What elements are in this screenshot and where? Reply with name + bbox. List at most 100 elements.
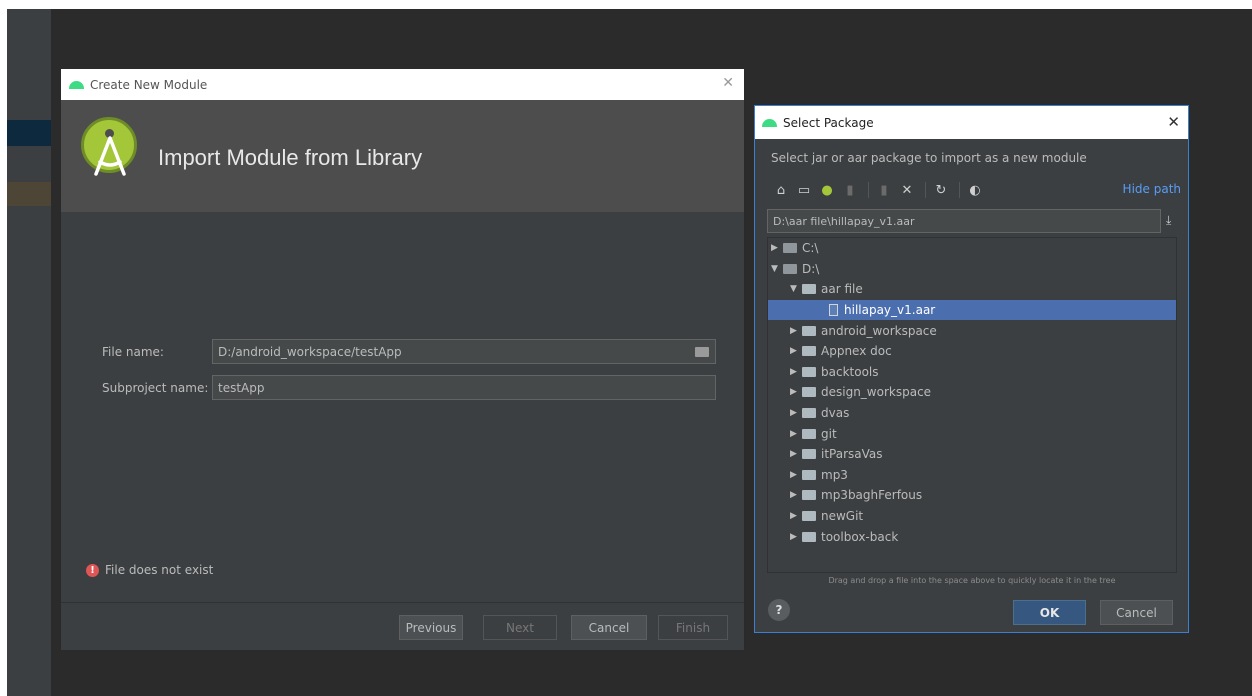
toolbar-separator	[868, 182, 869, 198]
path-input[interactable]: D:\aar file\hillapay_v1.aar	[767, 209, 1161, 233]
refresh-icon[interactable]: ↻	[931, 180, 951, 200]
expand-arrow[interactable]: ▶	[790, 346, 802, 356]
project-icon[interactable]: ●	[817, 180, 837, 200]
dialog-title: Create New Module	[90, 77, 208, 92]
collapse-arrow[interactable]: ▼	[790, 284, 802, 294]
expand-arrow[interactable]: ▶	[771, 243, 783, 253]
dialog-title: Select Package	[783, 115, 874, 130]
expand-arrow[interactable]: ▶	[790, 511, 802, 521]
error-icon: !	[86, 563, 99, 577]
file-tree[interactable]: ▶ C:\ ▼ D:\ ▼ aar file hillapay_v1.aar ▶…	[767, 237, 1177, 573]
expand-arrow[interactable]: ▶	[790, 490, 802, 500]
folder-icon	[802, 490, 816, 501]
folder-icon	[802, 284, 816, 295]
tree-node-folder[interactable]: ▶ Appnex doc	[768, 341, 1176, 362]
ide-sidebar-highlight	[7, 182, 51, 206]
expand-arrow[interactable]: ▶	[790, 408, 802, 418]
folder-icon	[802, 511, 816, 522]
tree-node-label: backtools	[821, 364, 879, 379]
dialog-titlebar: Select Package ✕	[755, 106, 1188, 139]
hide-path-link[interactable]: Hide path	[1123, 182, 1181, 196]
expand-arrow[interactable]: ▶	[790, 367, 802, 377]
file-name-label: File name:	[102, 344, 164, 359]
close-icon[interactable]: ✕	[722, 75, 734, 91]
module-icon[interactable]: ▮	[840, 180, 860, 200]
subproject-name-row: Subproject name: testApp	[102, 375, 716, 400]
tree-node-c-drive[interactable]: ▶ C:\	[768, 238, 1176, 259]
tree-node-folder[interactable]: ▶ backtools	[768, 362, 1176, 383]
tree-node-label: mp3	[821, 467, 848, 482]
expand-arrow[interactable]: ▶	[790, 387, 802, 397]
desktop-icon[interactable]: ▭	[794, 180, 814, 200]
previous-button[interactable]: Previous	[399, 615, 463, 640]
file-chooser-toolbar: ⌂ ▭ ● ▮ ▮ ✕ ↻ ◐ Hide path	[771, 178, 1181, 202]
tree-node-folder[interactable]: ▶ dvas	[768, 403, 1176, 424]
tree-node-folder[interactable]: ▶ mp3baghFerfous	[768, 485, 1176, 506]
expand-arrow[interactable]: ▶	[790, 470, 802, 480]
android-icon	[762, 118, 777, 127]
new-folder-icon[interactable]: ▮	[874, 180, 894, 200]
folder-icon	[802, 449, 816, 460]
file-name-input[interactable]: D:/android_workspace/testApp	[212, 339, 716, 364]
home-icon[interactable]: ⌂	[771, 180, 791, 200]
tree-node-aar-file[interactable]: ▼ aar file	[768, 279, 1176, 300]
folder-icon	[802, 408, 816, 419]
tree-node-label: android_workspace	[821, 323, 937, 338]
tree-node-folder[interactable]: ▶ mp3	[768, 465, 1176, 486]
help-button[interactable]: ?	[768, 599, 790, 621]
error-message: ! File does not exist	[86, 563, 213, 577]
download-icon[interactable]: ⤓	[1166, 213, 1171, 228]
dialog-titlebar: Create New Module ✕	[61, 69, 744, 100]
android-studio-logo	[81, 117, 137, 176]
page-title: Import Module from Library	[158, 145, 423, 170]
tree-node-folder[interactable]: ▶ toolbox-back	[768, 526, 1176, 547]
drag-drop-hint: Drag and drop a file into the space abov…	[828, 576, 1116, 585]
cancel-button[interactable]: Cancel	[1100, 600, 1173, 625]
close-icon[interactable]: ✕	[1167, 113, 1180, 131]
folder-icon	[802, 469, 816, 480]
tree-node-selected-file[interactable]: hillapay_v1.aar	[768, 299, 1176, 321]
subproject-name-input[interactable]: testApp	[212, 375, 716, 400]
create-new-module-dialog: Create New Module ✕ Import Module from L…	[60, 68, 745, 651]
android-icon	[69, 80, 84, 89]
folder-icon	[802, 428, 816, 439]
folder-icon[interactable]	[695, 347, 709, 357]
expand-arrow[interactable]: ▶	[790, 449, 802, 459]
expand-arrow[interactable]: ▶	[790, 429, 802, 439]
tree-node-label: aar file	[821, 282, 863, 297]
tree-node-label: D:\	[802, 261, 820, 276]
drive-icon	[783, 243, 797, 254]
collapse-arrow[interactable]: ▼	[771, 264, 783, 274]
tree-node-label: toolbox-back	[821, 529, 899, 544]
error-text: File does not exist	[105, 563, 214, 577]
file-name-row: File name: D:/android_workspace/testApp	[102, 339, 716, 364]
folder-icon	[802, 325, 816, 336]
tree-node-label: dvas	[821, 406, 850, 421]
cancel-button[interactable]: Cancel	[571, 615, 647, 640]
tree-node-folder[interactable]: ▶ newGit	[768, 506, 1176, 527]
tree-node-label: design_workspace	[821, 385, 932, 400]
tree-node-d-drive[interactable]: ▼ D:\	[768, 259, 1176, 280]
finish-button[interactable]: Finish	[658, 615, 728, 640]
delete-icon[interactable]: ✕	[897, 180, 917, 200]
toolbar-separator	[959, 182, 960, 198]
expand-arrow[interactable]: ▶	[790, 326, 802, 336]
next-button[interactable]: Next	[483, 615, 557, 640]
ok-button[interactable]: OK	[1013, 600, 1086, 625]
tree-node-label: git	[821, 426, 837, 441]
ide-sidebar	[7, 9, 51, 696]
tree-node-folder[interactable]: ▶ design_workspace	[768, 382, 1176, 403]
ide-sidebar-highlight	[7, 120, 51, 146]
select-package-dialog: Select Package ✕ Select jar or aar packa…	[754, 105, 1189, 633]
expand-arrow[interactable]: ▶	[790, 532, 802, 542]
tree-node-folder[interactable]: ▶ itParsaVas	[768, 444, 1176, 465]
tree-node-folder[interactable]: ▶ android_workspace	[768, 320, 1176, 341]
folder-icon	[802, 366, 816, 377]
file-icon	[829, 304, 838, 317]
tree-node-label: mp3baghFerfous	[821, 488, 923, 503]
folder-icon	[802, 531, 816, 542]
show-hidden-icon[interactable]: ◐	[965, 180, 985, 200]
tree-node-folder[interactable]: ▶ git	[768, 423, 1176, 444]
file-name-value: D:/android_workspace/testApp	[218, 344, 402, 359]
tree-node-label: Appnex doc	[821, 344, 892, 359]
